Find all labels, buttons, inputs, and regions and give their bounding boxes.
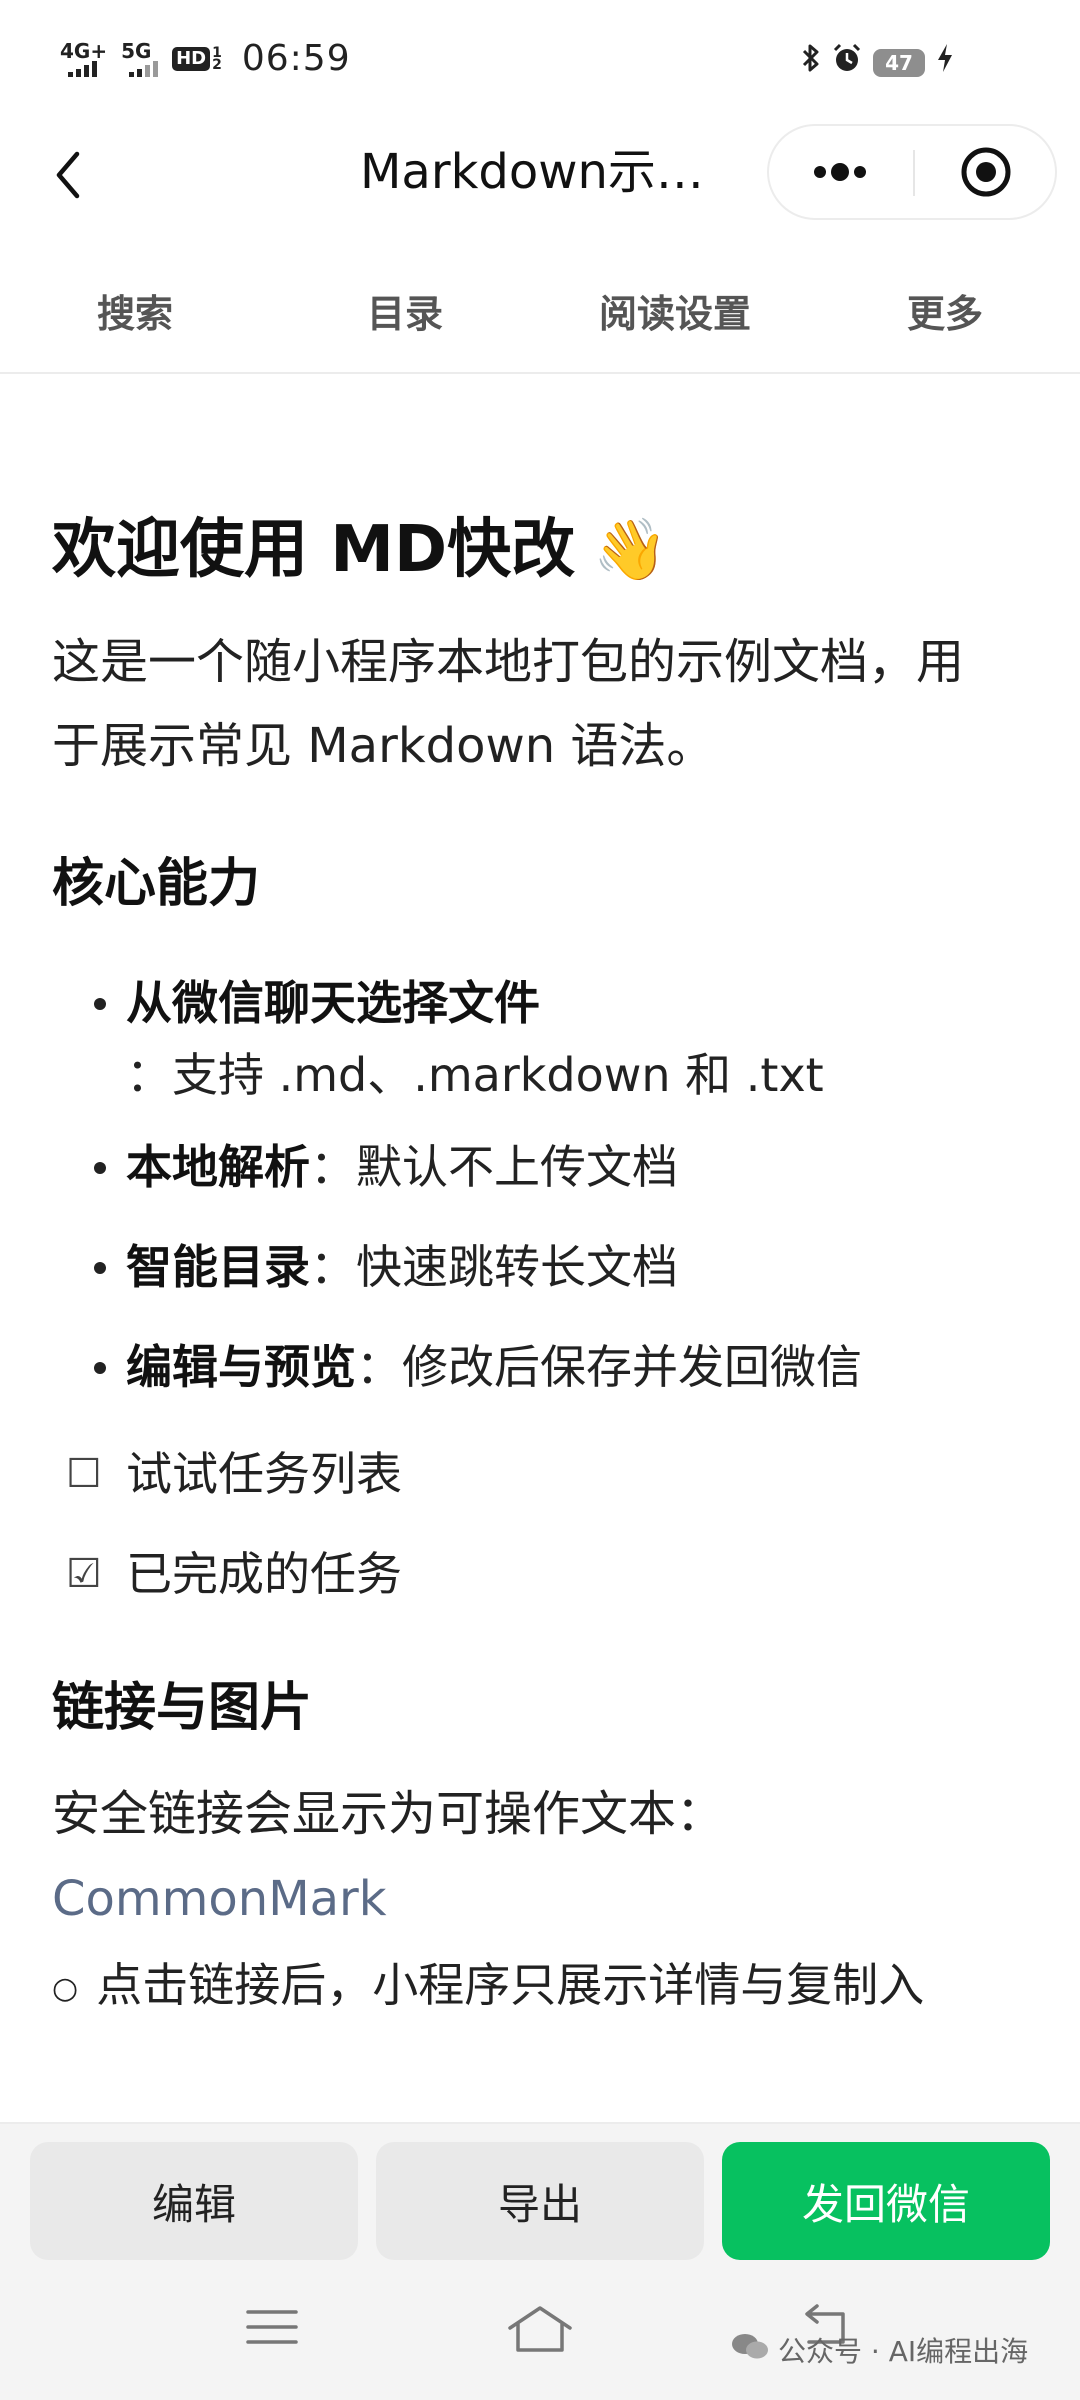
links-paragraph: 安全链接会显示为可操作文本： [52, 1786, 725, 1842]
task-text: 已完成的任务 [126, 1547, 402, 1601]
bullet-ring-icon: ○ [52, 1970, 79, 2006]
list-item-bold: 从微信聊天选择文件 [126, 976, 540, 1030]
status-left: 4G+ 5G HD 1 2 06:59 [60, 38, 351, 79]
nav-bar: Markdown示… [0, 120, 1080, 230]
toolbar-divider [0, 372, 1080, 374]
back-button[interactable] [38, 145, 98, 205]
reader-toolbar: 搜索 目录 阅读设置 更多 [0, 250, 1080, 370]
doc-heading-1: 欢迎使用 MD快改 👋 [52, 490, 1042, 610]
home-icon[interactable] [504, 2302, 576, 2360]
signal-5g-icon: 5G [121, 38, 159, 77]
waving-hand-icon: 👋 [593, 515, 668, 585]
list-item-bold: 智能目录 [126, 1240, 310, 1294]
mini-program-capsule [767, 124, 1057, 220]
tab-search[interactable]: 搜索 [0, 250, 270, 370]
hd-sub: 1 2 [212, 46, 222, 73]
partial-text: 点击链接后，小程序只展示详情与复制入 [96, 1958, 925, 2012]
list-item-bold: 本地解析 [126, 1140, 310, 1194]
bullet-dot [94, 998, 106, 1010]
task-item-checked: ☑ 已完成的任务 [52, 1524, 1042, 1624]
status-bar: 4G+ 5G HD 1 2 06:59 47 [0, 0, 1080, 120]
list-item-text: ：支持 .md、.markdown 和 .txt [126, 1048, 824, 1102]
wechat-logo-icon [730, 2331, 770, 2370]
watermark-text: 公众号 · AI编程出海 [778, 2335, 1029, 2368]
list-item: 本地解析：默认不上传文档 [52, 1124, 1042, 1210]
intro-paragraph: 这是一个随小程序本地打包的示例文档，用 于展示常见 Markdown 语法。 [52, 620, 1042, 788]
edit-button[interactable]: 编辑 [30, 2142, 358, 2260]
bullet-dot [94, 1162, 106, 1174]
page-title: Markdown示… [360, 144, 704, 200]
list-item-text: ：默认不上传文档 [310, 1140, 678, 1194]
bullet-dot [94, 1362, 106, 1374]
doc-heading-1-text: 欢迎使用 MD快改 [52, 513, 576, 587]
list-item-bold: 编辑与预览 [126, 1340, 356, 1394]
charging-icon [935, 42, 955, 83]
action-bar: 编辑 导出 发回微信 [0, 2122, 1080, 2272]
chevron-left-icon [56, 151, 80, 199]
checked-box-icon[interactable]: ☑ [52, 1524, 126, 1624]
list-item-text: ：快速跳转长文档 [310, 1240, 678, 1294]
feature-list: 从微信聊天选择文件 ：支持 .md、.markdown 和 .txt 本地解析：… [52, 960, 1042, 1410]
hd-voice-icon: HD 1 2 [172, 46, 222, 73]
task-text: 试试任务列表 [126, 1447, 402, 1501]
close-mini-program-button[interactable] [915, 126, 1057, 218]
list-item-partial: ○ 点击链接后，小程序只展示详情与复制入 [52, 1942, 1042, 2032]
markdown-preview: 欢迎使用 MD快改 👋 这是一个随小程序本地打包的示例文档，用 于展示常见 Ma… [52, 490, 1042, 2032]
export-button[interactable]: 导出 [376, 2142, 704, 2260]
intro-line-2: 于展示常见 Markdown 语法。 [52, 718, 715, 774]
signal-bars-2 [129, 60, 159, 77]
signal-bars-1 [68, 60, 97, 77]
list-item-text: ：修改后保存并发回微信 [356, 1340, 862, 1394]
send-back-to-wechat-button[interactable]: 发回微信 [722, 2142, 1050, 2260]
unchecked-box-icon[interactable]: ☐ [52, 1424, 126, 1524]
battery-icon: 47 [873, 48, 925, 77]
bluetooth-icon [801, 42, 821, 83]
watermark: 公众号 · AI编程出海 [730, 2330, 1028, 2370]
hd-sub-bottom: 2 [212, 56, 222, 73]
status-right: 47 [801, 42, 955, 83]
bullet-dot [94, 1262, 106, 1274]
list-item: 从微信聊天选择文件 ：支持 .md、.markdown 和 .txt [52, 960, 1042, 1110]
more-options-button[interactable] [769, 126, 911, 218]
signal-4g-icon: 4G+ [60, 41, 107, 77]
commonmark-link[interactable]: CommonMark [52, 1856, 1042, 1942]
more-dots-icon [814, 163, 866, 181]
tab-more[interactable]: 更多 [810, 250, 1080, 370]
list-item: 编辑与预览：修改后保存并发回微信 [52, 1324, 1042, 1410]
tab-reading-settings[interactable]: 阅读设置 [540, 250, 810, 370]
intro-line-1: 这是一个随小程序本地打包的示例文档，用 [52, 634, 965, 690]
network-4g-label: 4G+ [60, 38, 108, 63]
status-time: 06:59 [241, 38, 351, 79]
target-close-icon [961, 147, 1011, 197]
list-item: 智能目录：快速跳转长文档 [52, 1224, 1042, 1310]
hd-label: HD [172, 46, 211, 71]
tab-toc[interactable]: 目录 [270, 250, 540, 370]
menu-icon[interactable] [244, 2302, 300, 2356]
task-item-unchecked: ☐ 试试任务列表 [52, 1424, 1042, 1524]
section-heading-core: 核心能力 [52, 854, 261, 914]
alarm-icon [831, 42, 863, 83]
network-5g-label: 5G [121, 38, 152, 63]
section-heading-links: 链接与图片 [52, 1678, 313, 1738]
